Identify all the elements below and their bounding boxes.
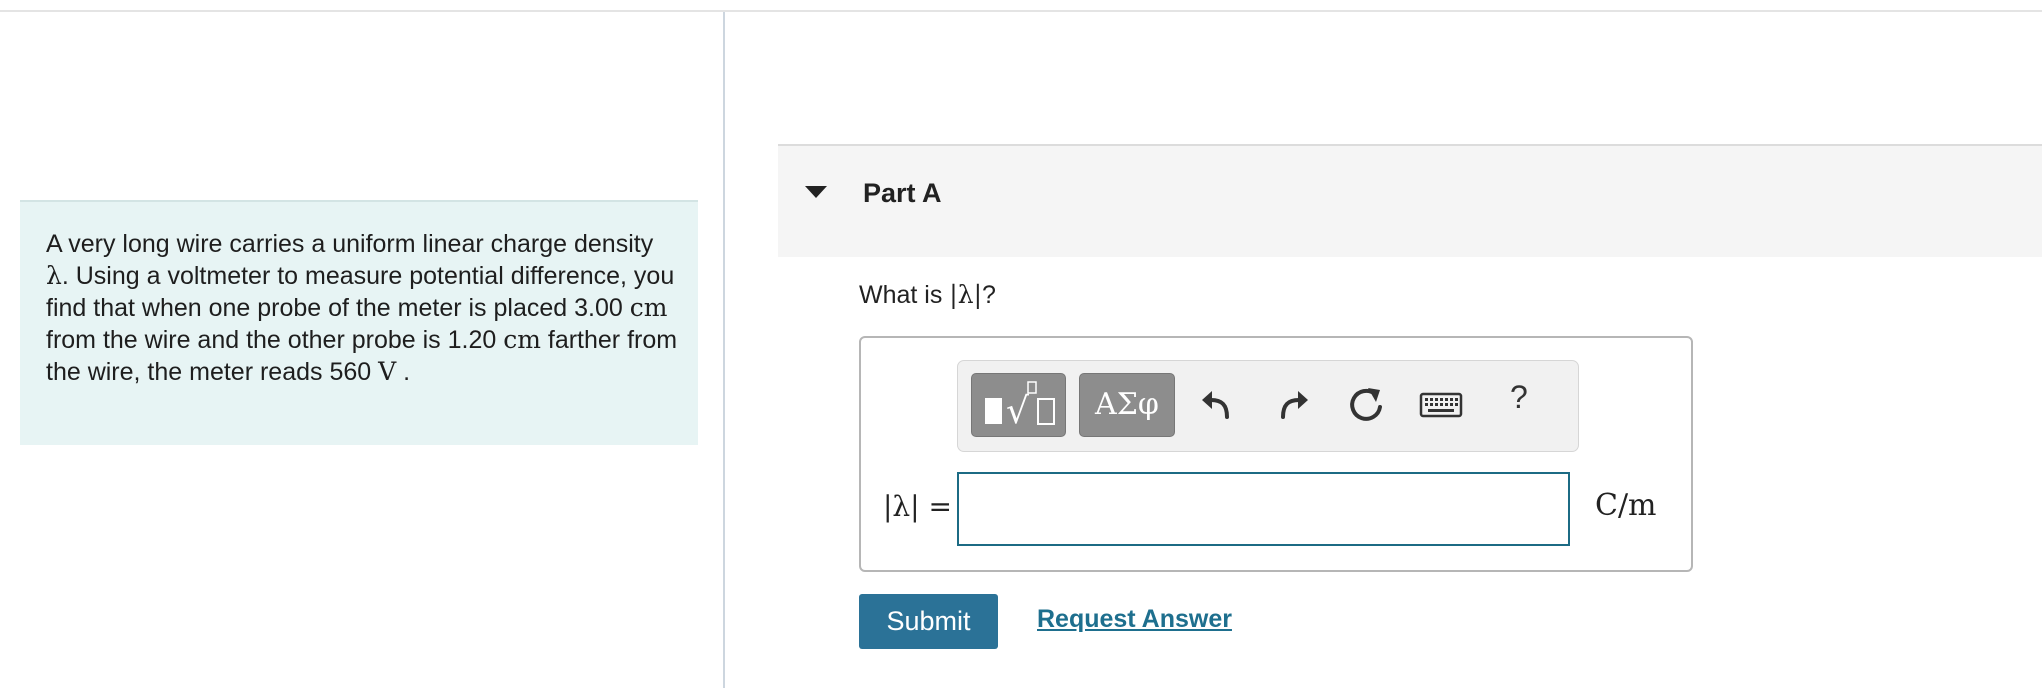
top-divider [0, 10, 2042, 12]
svg-text:√: √ [1006, 391, 1029, 432]
answer-input[interactable] [957, 472, 1570, 546]
problem-text-segment: . Using a voltmeter to measure potential… [46, 262, 675, 322]
problem-text-segment: A very long wire carries a uniform linea… [46, 230, 654, 258]
reset-icon[interactable] [1344, 383, 1388, 427]
redo-icon[interactable] [1270, 383, 1314, 427]
help-icon[interactable]: ? [1510, 379, 1528, 416]
submit-button[interactable]: Submit [859, 594, 998, 649]
math-toolbar: √ ΑΣφ ? [957, 360, 1579, 452]
problem-statement-box: A very long wire carries a uniform linea… [20, 200, 698, 445]
greek-symbols-button[interactable]: ΑΣφ [1079, 373, 1175, 437]
undo-icon[interactable] [1196, 383, 1240, 427]
answer-panel: √ ΑΣφ ? |λ| = C/m [859, 336, 1693, 572]
greek-symbols-icon: ΑΣφ [1095, 387, 1159, 422]
math-symbol: V [378, 357, 397, 386]
problem-statement-text: A very long wire carries a uniform linea… [46, 228, 682, 388]
collapse-caret-icon[interactable] [805, 186, 827, 198]
math-symbol: cm [503, 325, 541, 354]
templates-icon: √ [985, 381, 1055, 432]
question-suffix: ? [982, 281, 996, 309]
part-a-header[interactable]: Part A [778, 144, 2042, 257]
math-symbol: λ [46, 261, 62, 290]
answer-variable-label: |λ| = [883, 490, 952, 523]
problem-text-segment: from the wire and the other probe is 1.2… [46, 326, 504, 354]
question-math: |λ| [949, 280, 982, 309]
question-prefix: What is [859, 281, 950, 309]
keyboard-icon[interactable] [1416, 383, 1466, 427]
math-symbol: cm [629, 293, 668, 322]
problem-text-segment: . [396, 358, 411, 386]
column-divider [723, 12, 725, 688]
question-text: What is |λ|? [859, 280, 996, 310]
answer-unit: C/m [1595, 488, 1657, 523]
templates-button[interactable]: √ [971, 373, 1066, 437]
part-title: Part A [863, 178, 942, 208]
request-answer-link[interactable]: Request Answer [1037, 605, 1232, 634]
